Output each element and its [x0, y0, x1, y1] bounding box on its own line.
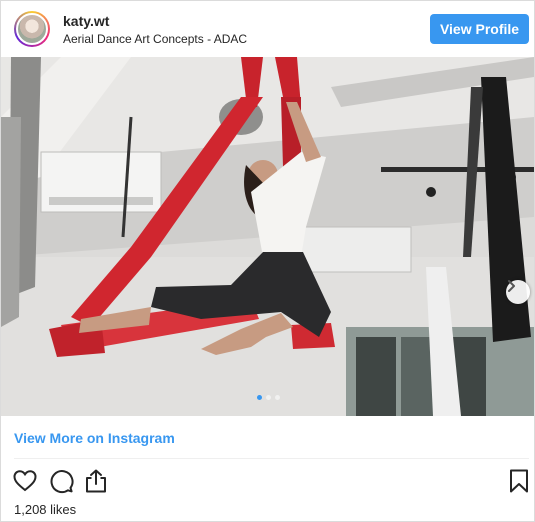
next-slide-button[interactable]: [506, 280, 530, 304]
carousel-dot: [275, 395, 280, 400]
avatar[interactable]: [14, 11, 50, 47]
instagram-embed-card: katy.wt Aerial Dance Art Concepts - ADAC…: [0, 0, 535, 522]
bookmark-icon[interactable]: [506, 468, 532, 494]
post-photo[interactable]: [1, 57, 534, 416]
aerial-dance-photo: [1, 57, 534, 416]
divider: [14, 458, 529, 459]
chevron-right-icon: [508, 280, 515, 292]
likes-count: 1,208 likes: [14, 502, 77, 517]
profile-subtitle: Aerial Dance Art Concepts - ADAC: [63, 32, 248, 46]
heart-icon[interactable]: [12, 468, 38, 494]
view-profile-button[interactable]: View Profile: [430, 14, 529, 44]
avatar-image: [16, 13, 48, 45]
action-bar: [1, 466, 534, 498]
share-icon[interactable]: [83, 468, 109, 494]
comment-icon[interactable]: [48, 468, 74, 494]
view-more-link[interactable]: View More on Instagram: [14, 430, 175, 446]
carousel-indicator: [257, 395, 280, 401]
carousel-dot-active: [257, 395, 262, 400]
post-header: katy.wt Aerial Dance Art Concepts - ADAC…: [1, 1, 534, 57]
carousel-dot: [266, 395, 271, 400]
username[interactable]: katy.wt: [63, 13, 109, 29]
